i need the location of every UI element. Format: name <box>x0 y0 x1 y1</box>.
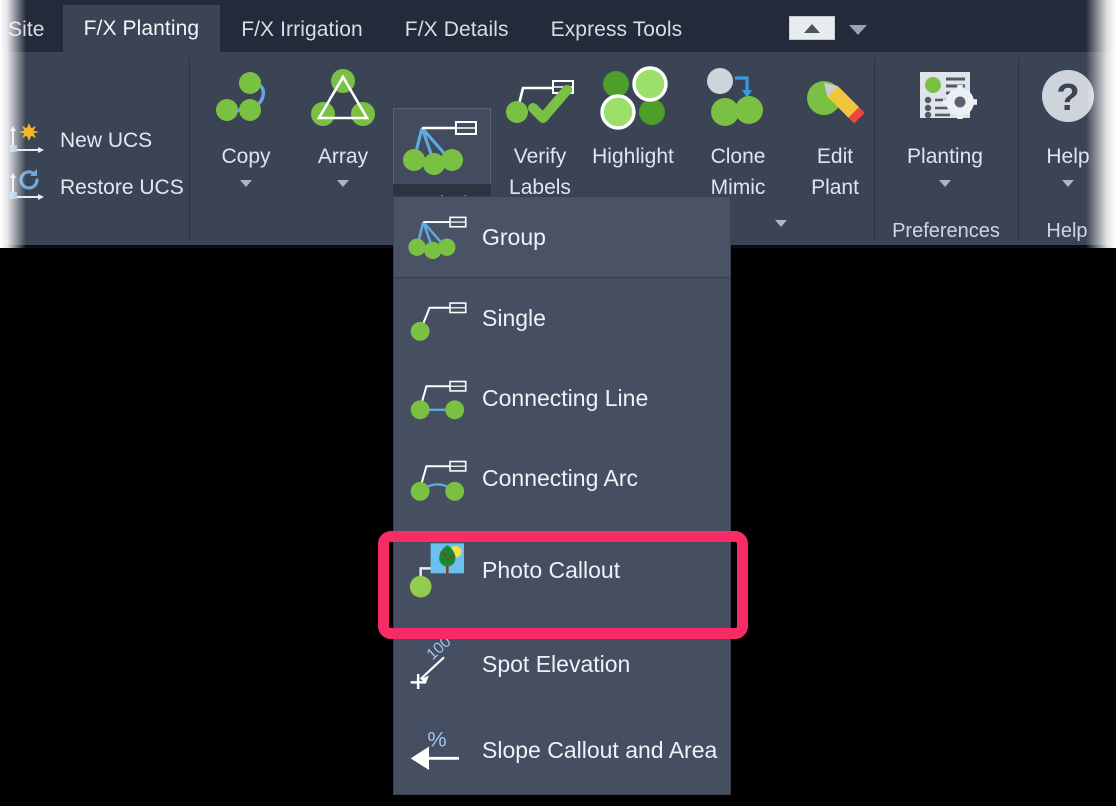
left-edge-fade <box>0 0 26 248</box>
ribbon-button-edit-plant[interactable]: Edit Plant <box>785 60 885 204</box>
verify-labels-icon <box>497 60 583 136</box>
highlight-icon <box>590 60 676 136</box>
menu-item-spot-elevation[interactable]: 100 FG Spot Elevation <box>394 622 730 706</box>
tab-fx-planting[interactable]: F/X Planting <box>62 5 221 52</box>
menu-item-label: Connecting Line <box>482 384 649 411</box>
menu-item-label: Connecting Arc <box>482 464 638 491</box>
ribbon-tab-bar: Site F/X Planting F/X Irrigation F/X Det… <box>0 0 1116 52</box>
slope-callout-icon: % <box>404 719 474 781</box>
menu-item-group[interactable]: Group <box>394 197 730 277</box>
label-group-icon <box>393 108 491 184</box>
verify-labels-line1: Verify <box>513 145 567 168</box>
svg-text:%: % <box>427 727 446 752</box>
photo-callout-icon <box>404 539 474 601</box>
ribbon-display-options-chevron-down-icon[interactable] <box>849 25 867 35</box>
chevron-down-icon[interactable] <box>337 179 349 187</box>
array-plant-icon <box>300 60 386 136</box>
menu-item-label: Slope Callout and Area <box>482 736 718 763</box>
right-edge-fade <box>1086 0 1116 248</box>
chevron-down-icon[interactable] <box>240 179 252 187</box>
highlight-label: Highlight <box>592 145 674 168</box>
clone-mimic-icon <box>695 60 781 136</box>
svg-text:100 FG: 100 FG <box>424 632 474 664</box>
menu-item-label: Single <box>482 304 546 331</box>
copy-plant-icon <box>203 60 289 136</box>
new-ucs-label: New UCS <box>60 128 153 152</box>
clone-mimic-chevron-down-icon[interactable] <box>775 220 787 227</box>
connecting-line-icon <box>404 367 474 429</box>
tab-fx-irrigation[interactable]: F/X Irrigation <box>220 8 384 52</box>
array-label: Array <box>317 145 369 168</box>
edit-plant-icon <box>792 60 878 136</box>
triangle-up-icon <box>804 23 820 33</box>
edit-plant-line1: Edit <box>816 145 854 168</box>
menu-item-single[interactable]: Single <box>394 278 730 358</box>
minimize-ribbon-button[interactable] <box>789 16 835 40</box>
tab-express-tools[interactable]: Express Tools <box>530 8 704 52</box>
menu-item-label: Photo Callout <box>482 556 621 583</box>
copy-label: Copy <box>221 145 271 168</box>
ribbon-button-copy[interactable]: Copy <box>196 60 296 187</box>
ribbon-button-restore-ucs[interactable]: Restore UCS <box>8 167 184 208</box>
menu-item-connecting-line[interactable]: Connecting Line <box>394 358 730 438</box>
ribbon-button-new-ucs[interactable]: New UCS <box>8 120 152 161</box>
menu-item-label: Spot Elevation <box>482 650 631 677</box>
ribbon-button-clone-mimic[interactable]: Clone Mimic <box>688 60 788 204</box>
panel-preferences: Preferences <box>874 52 1018 248</box>
panel-divider <box>189 58 190 240</box>
label-group-icon <box>404 206 474 268</box>
spot-elevation-icon: 100 FG <box>404 632 474 695</box>
label-single-icon <box>404 287 474 349</box>
menu-item-connecting-arc[interactable]: Connecting Arc <box>394 438 730 518</box>
ribbon-button-highlight[interactable]: Highlight <box>578 60 688 173</box>
clone-mimic-line1: Clone <box>710 145 766 168</box>
label-dropdown-menu: Group Single Connecting Line Connecting … <box>393 196 731 795</box>
menu-item-label: Group <box>482 223 546 250</box>
menu-item-slope-callout-and-area[interactable]: % Slope Callout and Area <box>394 706 730 794</box>
restore-ucs-label: Restore UCS <box>60 175 184 199</box>
tab-list: Site F/X Planting F/X Irrigation F/X Det… <box>0 0 703 52</box>
panel-title-preferences: Preferences <box>892 220 1000 242</box>
edit-plant-line2: Plant <box>811 175 859 199</box>
ribbon-button-verify-labels[interactable]: Verify Labels <box>490 60 590 204</box>
connecting-arc-icon <box>404 447 474 509</box>
ribbon-button-array[interactable]: Array <box>293 60 393 187</box>
tab-fx-details[interactable]: F/X Details <box>384 8 530 52</box>
menu-item-photo-callout[interactable]: Photo Callout <box>394 518 730 622</box>
